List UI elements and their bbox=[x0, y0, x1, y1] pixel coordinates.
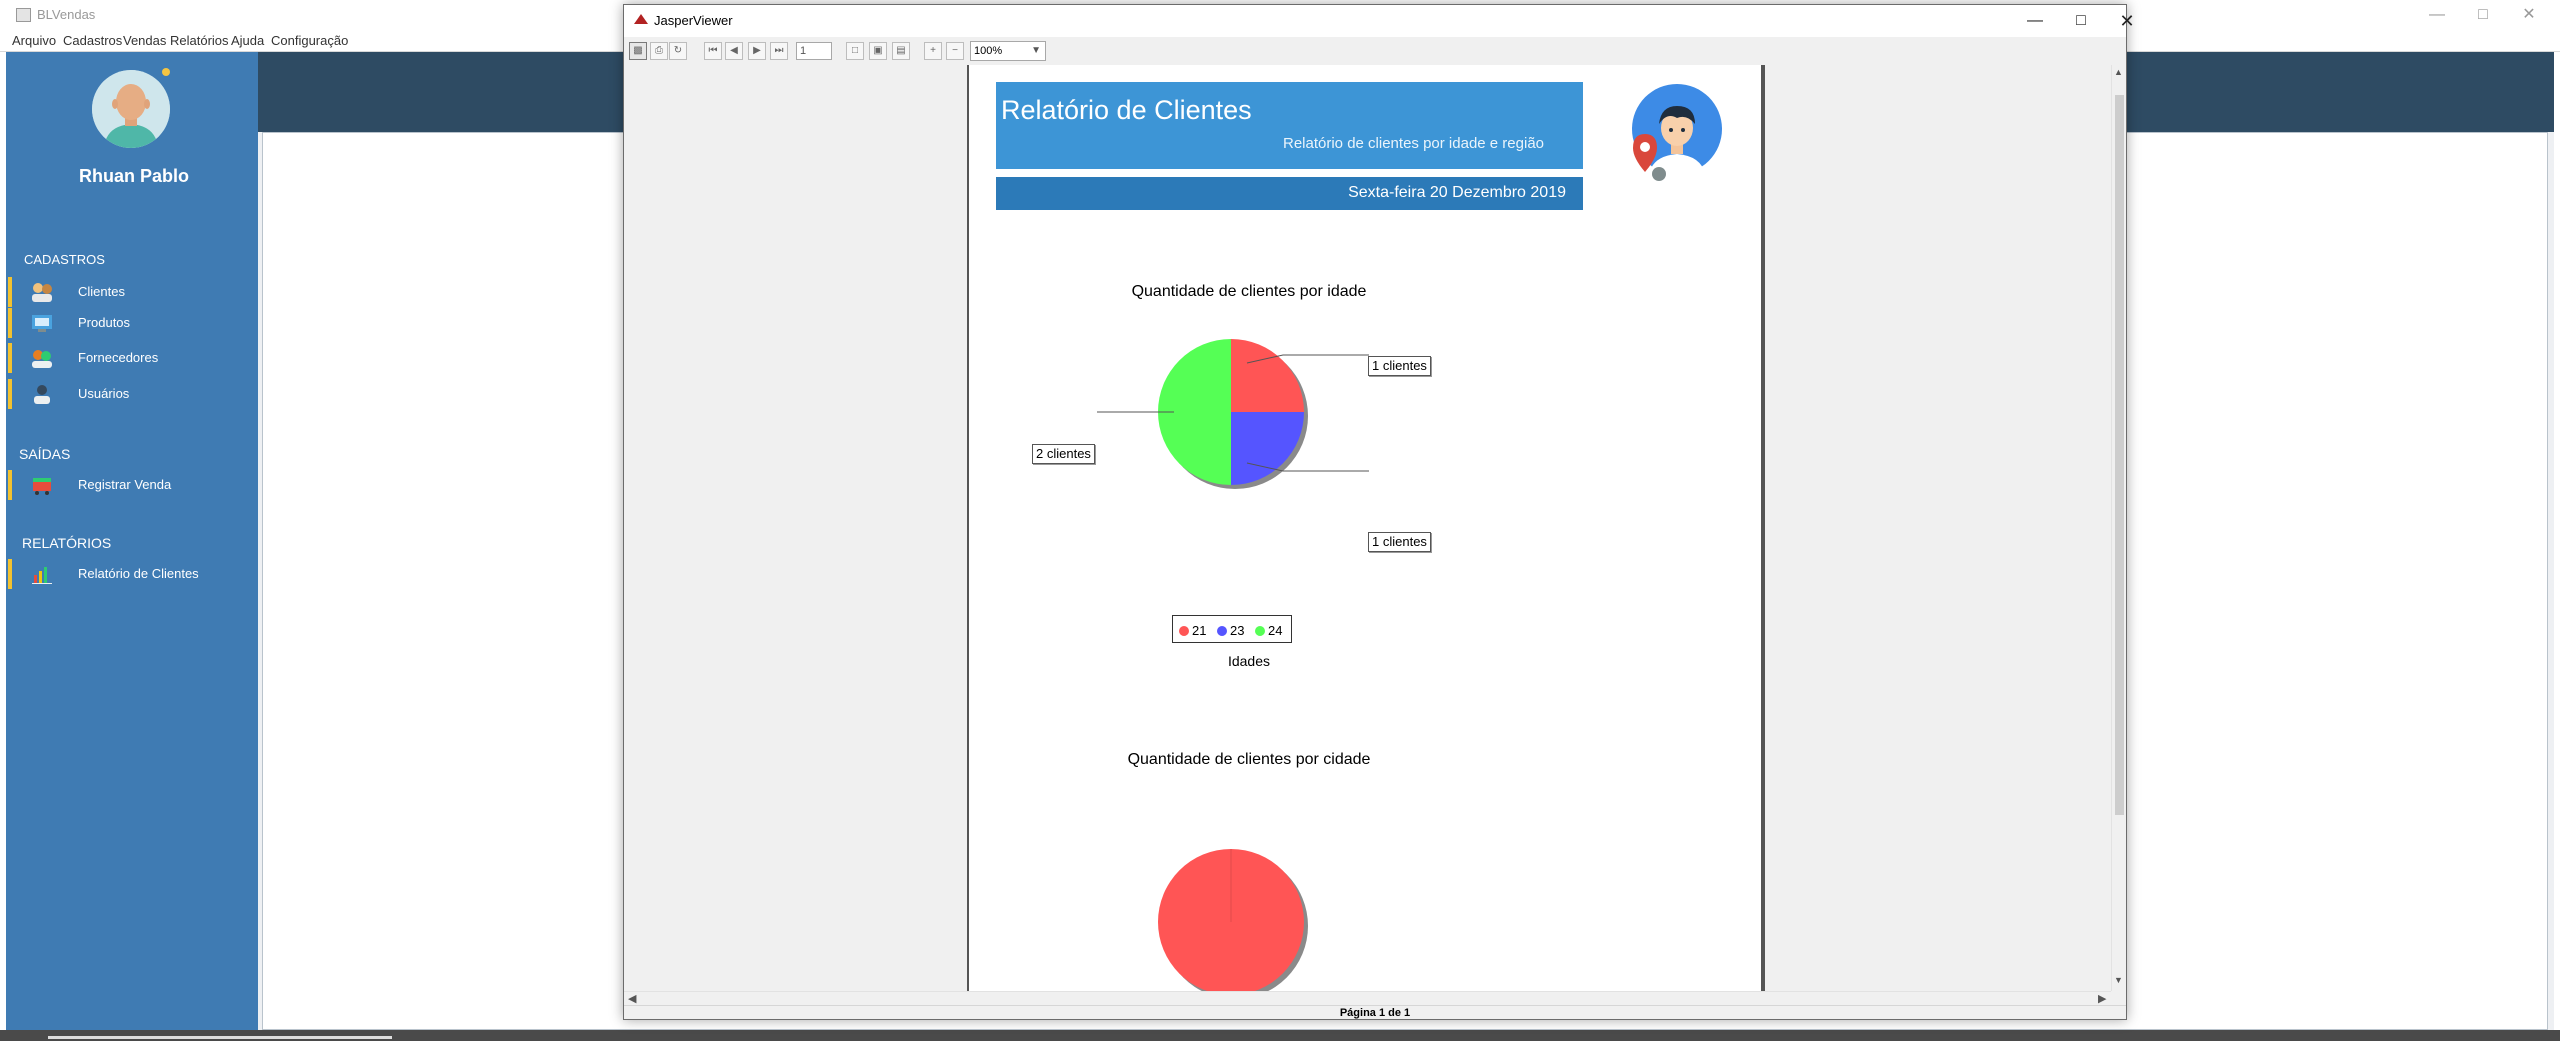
report-page: Relatório de Clientes Relatório de clien… bbox=[967, 65, 1765, 991]
sparkle-icon bbox=[162, 68, 170, 76]
section-cadastros: CADASTROS bbox=[24, 252, 105, 267]
scroll-up-icon[interactable]: ▲ bbox=[2114, 67, 2123, 77]
menu-configuracao[interactable]: Configuração bbox=[271, 33, 348, 48]
scroll-thumb[interactable] bbox=[2115, 95, 2124, 815]
pie-chart-city bbox=[1158, 849, 1308, 991]
users-icon bbox=[30, 383, 54, 405]
report-subtitle: Relatório de clientes por idade e região bbox=[1283, 135, 1544, 152]
maximize-button[interactable]: □ bbox=[2058, 5, 2104, 37]
next-page-icon[interactable]: ▶ bbox=[748, 42, 766, 60]
sidebar-item-label: Usuários bbox=[78, 386, 130, 401]
jasperviewer-window: JasperViewer — □ ✕ ▩ ⎙ ↻ ⏮ ◀ ▶ ⏭ 1 □ ▣ ▤… bbox=[623, 4, 2135, 1020]
products-icon bbox=[30, 312, 54, 334]
maximize-button[interactable]: □ bbox=[2460, 0, 2506, 30]
section-saidas: SAÍDAS bbox=[19, 446, 71, 462]
sidebar-item-clientes[interactable]: Clientes bbox=[8, 277, 258, 307]
sidebar-item-registrar-venda[interactable]: Registrar Venda bbox=[8, 470, 258, 500]
app-title: BLVendas bbox=[37, 7, 96, 22]
zoom-value: 100% bbox=[974, 45, 1003, 57]
viewer-toolbar: ▩ ⎙ ↻ ⏮ ◀ ▶ ⏭ 1 □ ▣ ▤ + − 100% ▼ bbox=[624, 37, 2126, 65]
legend-label: 24 bbox=[1268, 623, 1283, 638]
viewer-titlebar: JasperViewer — □ ✕ bbox=[624, 5, 2135, 37]
sidebar-item-label: Registrar Venda bbox=[78, 477, 172, 492]
report-title: Relatório de Clientes bbox=[1001, 95, 1252, 125]
menu-vendas[interactable]: Vendas bbox=[123, 33, 166, 48]
menu-arquivo[interactable]: Arquivo bbox=[12, 33, 56, 48]
print-icon[interactable]: ⎙ bbox=[650, 42, 668, 60]
pie-slice-23 bbox=[1231, 412, 1304, 485]
zoom-in-icon[interactable]: + bbox=[924, 42, 942, 60]
legend-item-24: 24 bbox=[1255, 623, 1282, 638]
sidebar-item-relatorio-clientes[interactable]: Relatório de Clientes bbox=[8, 559, 258, 589]
jasper-logo-icon bbox=[634, 14, 648, 24]
sidebar-item-label: Fornecedores bbox=[78, 350, 159, 365]
data-label: 1 clientes bbox=[1368, 532, 1431, 552]
active-indicator bbox=[8, 470, 12, 500]
pie-slice-21 bbox=[1231, 339, 1304, 412]
app-icon bbox=[16, 8, 31, 22]
last-page-icon[interactable]: ⏭ bbox=[770, 42, 788, 60]
page-status: Página 1 de 1 bbox=[624, 1005, 2126, 1019]
user-name: Rhuan Pablo bbox=[78, 166, 189, 186]
legend-swatch bbox=[1217, 626, 1227, 636]
fit-width-icon[interactable]: ▤ bbox=[892, 42, 910, 60]
scroll-left-icon[interactable]: ◀ bbox=[628, 992, 636, 1005]
sidebar-item-produtos[interactable]: Produtos bbox=[8, 308, 258, 338]
legend-item-21: 21 bbox=[1179, 623, 1206, 638]
actual-size-icon[interactable]: □ bbox=[846, 42, 864, 60]
fit-page-icon[interactable]: ▣ bbox=[869, 42, 887, 60]
sidebar-item-fornecedores[interactable]: Fornecedores bbox=[8, 343, 258, 373]
legend-label: 21 bbox=[1192, 623, 1207, 638]
chart-legend: 21 23 24 bbox=[1172, 615, 1292, 643]
taskbar-indicator bbox=[48, 1036, 392, 1039]
x-axis-label: Idades bbox=[1227, 653, 1271, 669]
menu-cadastros[interactable]: Cadastros bbox=[63, 33, 122, 48]
customer-location-logo-icon bbox=[1609, 82, 1729, 192]
section-relatorios: RELATÓRIOS bbox=[22, 535, 112, 551]
data-label: 2 clientes bbox=[1032, 444, 1095, 464]
save-icon[interactable]: ▩ bbox=[629, 42, 647, 60]
zoom-select[interactable]: 100% ▼ bbox=[970, 41, 1046, 61]
scroll-right-icon[interactable]: ▶ bbox=[2098, 992, 2106, 1005]
customers-icon bbox=[30, 281, 54, 303]
pie-chart-age bbox=[1097, 339, 1369, 489]
page-number-input[interactable]: 1 bbox=[796, 42, 832, 60]
sidebar-item-label: Clientes bbox=[78, 284, 125, 299]
zoom-out-icon[interactable]: − bbox=[946, 42, 964, 60]
sidebar-item-label: Produtos bbox=[78, 315, 131, 330]
suppliers-icon bbox=[30, 347, 54, 369]
active-indicator bbox=[8, 308, 12, 338]
first-page-icon[interactable]: ⏮ bbox=[704, 42, 722, 60]
active-indicator bbox=[8, 343, 12, 373]
user-avatar bbox=[92, 70, 170, 148]
legend-swatch bbox=[1255, 626, 1265, 636]
chevron-down-icon: ▼ bbox=[1031, 45, 1041, 56]
cart-icon bbox=[30, 474, 54, 496]
report-date: Sexta-feira 20 Dezembro 2019 bbox=[1348, 184, 1566, 201]
close-button[interactable]: ✕ bbox=[2506, 0, 2552, 30]
menu-ajuda[interactable]: Ajuda bbox=[231, 33, 264, 48]
minimize-button[interactable]: — bbox=[2012, 5, 2058, 37]
legend-label: 23 bbox=[1230, 623, 1245, 638]
horizontal-scrollbar[interactable]: ◀ ▶ bbox=[624, 991, 2111, 1005]
reload-icon[interactable]: ↻ bbox=[669, 42, 687, 60]
active-indicator bbox=[8, 277, 12, 307]
sidebar-item-label: Relatório de Clientes bbox=[78, 566, 199, 581]
viewer-title: JasperViewer bbox=[654, 13, 733, 28]
legend-item-23: 23 bbox=[1217, 623, 1244, 638]
report-chart-icon bbox=[30, 563, 54, 585]
previous-page-icon[interactable]: ◀ bbox=[725, 42, 743, 60]
scroll-down-icon[interactable]: ▼ bbox=[2114, 975, 2123, 985]
data-label: 1 clientes bbox=[1368, 356, 1431, 376]
close-button[interactable]: ✕ bbox=[2104, 5, 2150, 37]
minimize-button[interactable]: — bbox=[2414, 0, 2460, 30]
vertical-scrollbar[interactable]: ▲ ▼ bbox=[2111, 65, 2126, 991]
sidebar-item-usuarios[interactable]: Usuários bbox=[8, 379, 258, 409]
menu-relatorios[interactable]: Relatórios bbox=[170, 33, 229, 48]
legend-swatch bbox=[1179, 626, 1189, 636]
active-indicator bbox=[8, 559, 12, 589]
active-indicator bbox=[8, 379, 12, 409]
